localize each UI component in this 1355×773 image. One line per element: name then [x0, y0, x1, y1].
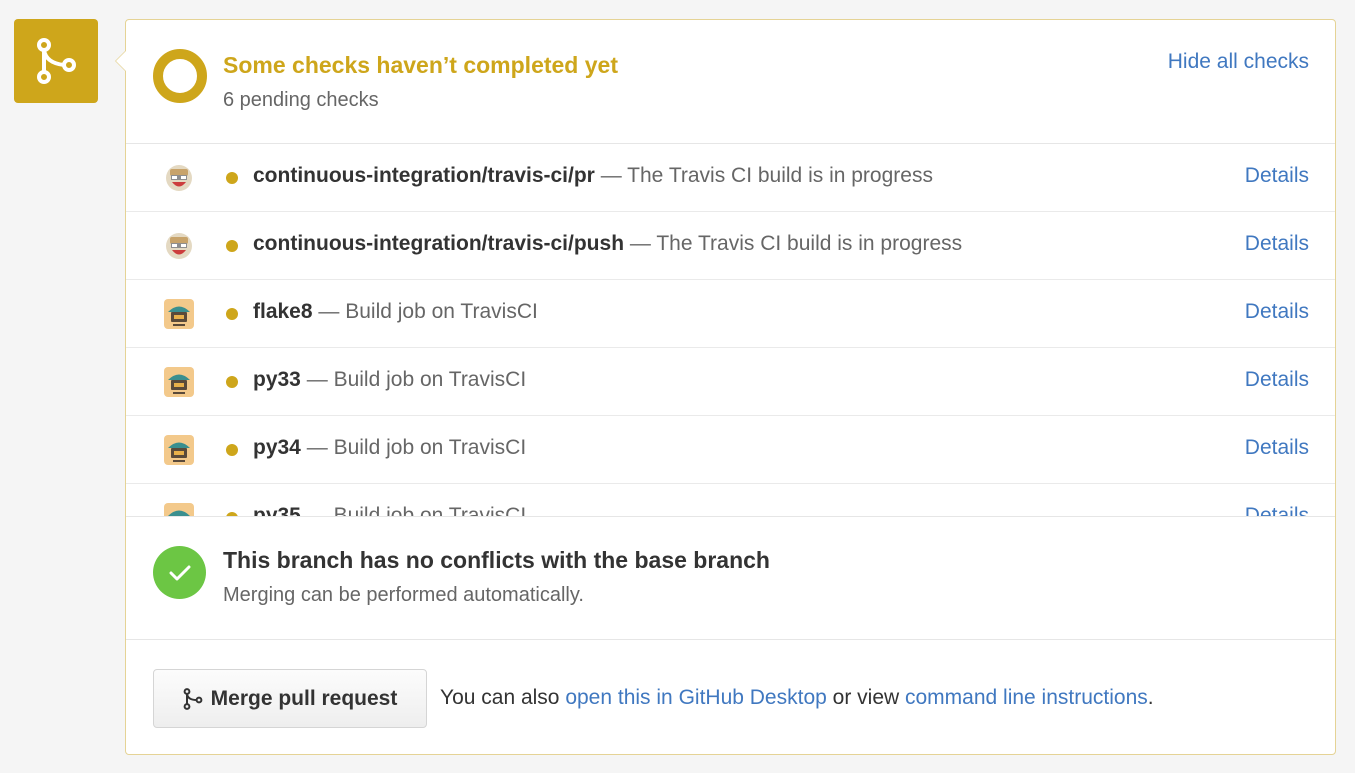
check-row: py34 — Build job on TravisCI Details [126, 416, 1335, 484]
travis-ci-avatar [162, 229, 195, 262]
pending-dot-icon [226, 172, 238, 184]
check-description: Build job on TravisCI [345, 300, 538, 323]
checks-summary-subtitle: 6 pending checks [223, 89, 379, 111]
details-link[interactable]: Details [1245, 504, 1309, 516]
check-description: Build job on TravisCI [333, 368, 527, 391]
git-merge-icon [37, 38, 76, 84]
branch-status-subtitle: Merging can be performed automatically. [223, 584, 584, 606]
check-row: continuous-integration/travis-ci/push — … [126, 212, 1335, 280]
checks-list[interactable]: continuous-integration/travis-ci/pr — Th… [126, 144, 1335, 517]
merge-button-label: Merge pull request [210, 686, 398, 710]
robot-avatar [162, 297, 195, 330]
check-row: py35 — Build job on TravisCI Details [126, 484, 1335, 517]
check-row: py33 — Build job on TravisCI Details [126, 348, 1335, 416]
details-link[interactable]: Details [1245, 368, 1309, 392]
git-merge-icon [183, 687, 203, 710]
robot-avatar [162, 433, 195, 466]
robot-avatar [162, 501, 195, 516]
details-link[interactable]: Details [1245, 300, 1309, 324]
merge-actions: Merge pull request You can also open thi… [126, 640, 1335, 754]
branch-status-title: This branch has no conflicts with the ba… [223, 547, 770, 573]
pending-dot-icon [226, 444, 238, 456]
checks-summary-title: Some checks haven’t completed yet [223, 52, 618, 78]
check-description: The Travis CI build is in progress [627, 164, 933, 187]
check-context: flake8 [253, 300, 313, 323]
check-row: flake8 — Build job on TravisCI Details [126, 280, 1335, 348]
check-context: py33 [253, 368, 301, 391]
branch-status: This branch has no conflicts with the ba… [126, 517, 1335, 640]
check-context: py35 [253, 504, 301, 517]
check-row: continuous-integration/travis-ci/pr — Th… [126, 144, 1335, 212]
check-icon [169, 565, 190, 580]
hide-all-checks-link[interactable]: Hide all checks [1168, 50, 1309, 74]
pending-ring-icon [153, 49, 207, 103]
check-context: continuous-integration/travis-ci/push [253, 232, 625, 255]
merge-note: You can also open this in GitHub Desktop… [440, 686, 1154, 709]
robot-avatar [162, 365, 195, 398]
check-description: The Travis CI build is in progress [656, 232, 963, 255]
checks-summary: Some checks haven’t completed yet 6 pend… [126, 20, 1335, 144]
details-link[interactable]: Details [1245, 436, 1309, 460]
details-link[interactable]: Details [1245, 232, 1309, 256]
open-in-github-desktop-link[interactable]: open this in GitHub Desktop [565, 686, 826, 709]
success-circle [153, 546, 206, 599]
command-line-instructions-link[interactable]: command line instructions [905, 686, 1148, 709]
check-description: Build job on TravisCI [333, 436, 527, 459]
merge-box: Some checks haven’t completed yet 6 pend… [115, 19, 1336, 755]
pending-dot-icon [226, 240, 238, 252]
merge-pull-request-button[interactable]: Merge pull request [153, 669, 427, 728]
check-context: continuous-integration/travis-ci/pr [253, 164, 595, 187]
pending-dot-icon [226, 376, 238, 388]
check-context: py34 [253, 436, 301, 459]
check-description: Build job on TravisCI [333, 504, 527, 517]
details-link[interactable]: Details [1245, 164, 1309, 188]
merge-status-badge [14, 19, 98, 103]
travis-ci-avatar [162, 161, 195, 194]
pending-dot-icon [226, 308, 238, 320]
